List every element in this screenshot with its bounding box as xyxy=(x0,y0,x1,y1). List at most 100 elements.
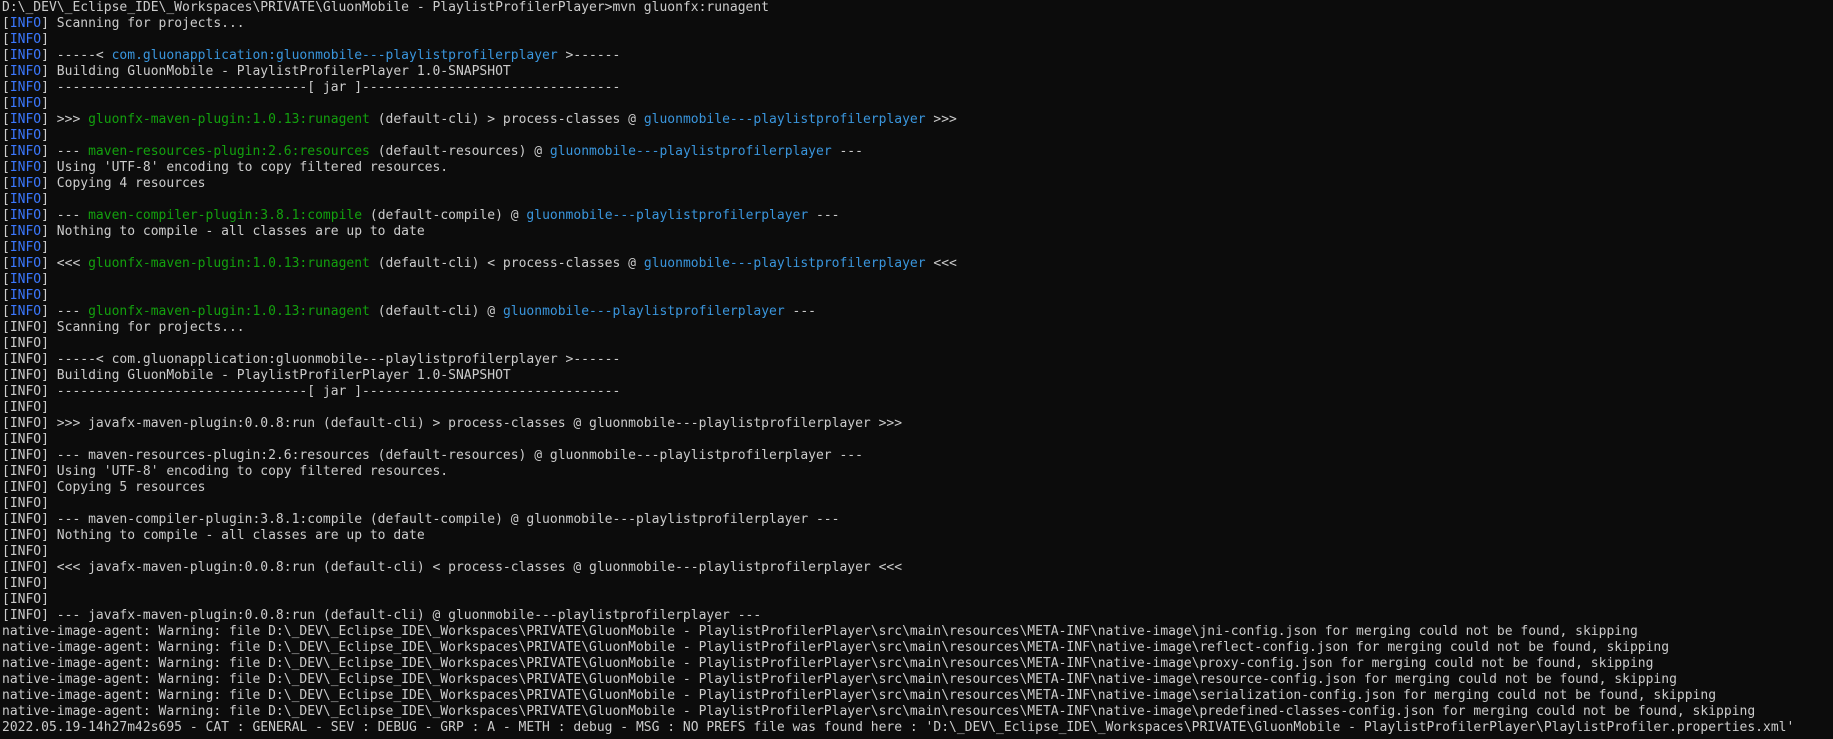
console-line: D:\_DEV\_Eclipse_IDE\_Workspaces\PRIVATE… xyxy=(2,0,1833,16)
console-line: native-image-agent: Warning: file D:\_DE… xyxy=(2,672,1833,688)
console-text: (default-cli) @ xyxy=(369,304,503,319)
console-line: [INFO] xyxy=(2,96,1833,112)
console-text: [ xyxy=(2,144,10,159)
console-line: [INFO] Copying 5 resources xyxy=(2,480,1833,496)
info-tag: INFO xyxy=(9,144,42,159)
info-tag: INFO xyxy=(9,80,42,95)
console-line: [INFO] xyxy=(2,400,1833,416)
console-line: [INFO] Building GluonMobile - PlaylistPr… xyxy=(2,64,1833,80)
console-text: [INFO] Nothing to compile - all classes … xyxy=(2,528,425,543)
console-text: ] Nothing to compile - all classes are u… xyxy=(41,224,425,239)
console-line: [INFO] xyxy=(2,272,1833,288)
console-line: [INFO] Scanning for projects... xyxy=(2,320,1833,336)
info-tag: INFO xyxy=(9,288,42,303)
console-text: [ xyxy=(2,96,10,111)
console-text: [ xyxy=(2,128,10,143)
console-text: --- xyxy=(831,144,863,159)
console-line: [INFO] xyxy=(2,576,1833,592)
console-text: ] xyxy=(41,240,49,255)
console-text: [INFO] -----< com.gluonapplication:gluon… xyxy=(2,352,621,367)
console-line: [INFO] --------------------------------[… xyxy=(2,80,1833,96)
project-id: gluonmobile---playlistprofilerplayer xyxy=(549,144,832,159)
console-text: ] >>> xyxy=(41,112,89,127)
console-text: ] --- xyxy=(41,144,89,159)
info-tag: INFO xyxy=(9,240,42,255)
info-tag: INFO xyxy=(9,16,42,31)
console-line: native-image-agent: Warning: file D:\_DE… xyxy=(2,704,1833,720)
console-text: [INFO] <<< javafx-maven-plugin:0.0.8:run… xyxy=(2,560,903,575)
info-tag: INFO xyxy=(9,304,42,319)
console-line: [INFO] xyxy=(2,336,1833,352)
console-text: (default-resources) @ xyxy=(369,144,550,159)
console-text: [INFO] Using 'UTF-8' encoding to copy fi… xyxy=(2,464,449,479)
console-text: [INFO] --------------------------------[… xyxy=(2,384,621,399)
info-tag: INFO xyxy=(9,48,42,63)
console-text: [ xyxy=(2,288,10,303)
console-text: [INFO] Scanning for projects... xyxy=(2,320,245,335)
console-text: (default-cli) > process-classes @ xyxy=(369,112,644,127)
console-text: [ xyxy=(2,256,10,271)
console-text: ] Using 'UTF-8' encoding to copy filtere… xyxy=(41,160,449,175)
console-line: [INFO] --- gluonfx-maven-plugin:1.0.13:r… xyxy=(2,304,1833,320)
console-line: 2022.05.19-14h27m42s695 - CAT : GENERAL … xyxy=(2,720,1833,736)
console-line: native-image-agent: Warning: file D:\_DE… xyxy=(2,656,1833,672)
console-text: --- xyxy=(784,304,817,319)
console-text: [ xyxy=(2,176,10,191)
project-id: gluonmobile---playlistprofilerplayer xyxy=(643,256,926,271)
info-tag: INFO xyxy=(9,176,42,191)
console-line: native-image-agent: Warning: file D:\_DE… xyxy=(2,640,1833,656)
project-id: gluonmobile---playlistprofilerplayer xyxy=(643,112,926,127)
info-tag: INFO xyxy=(9,96,42,111)
console-text: native-image-agent: Warning: file D:\_DE… xyxy=(2,624,1638,639)
console-text: [ xyxy=(2,48,10,63)
console-line: [INFO] --- javafx-maven-plugin:0.0.8:run… xyxy=(2,608,1833,624)
console-line: [INFO] >>> gluonfx-maven-plugin:1.0.13:r… xyxy=(2,112,1833,128)
console-text: [INFO] --- maven-compiler-plugin:3.8.1:c… xyxy=(2,512,840,527)
console-text: [INFO] xyxy=(2,592,49,607)
console-text: [ xyxy=(2,304,10,319)
console-text: native-image-agent: Warning: file D:\_DE… xyxy=(2,688,1717,703)
console-line: [INFO] --- maven-resources-plugin:2.6:re… xyxy=(2,144,1833,160)
console-text: [INFO] Copying 5 resources xyxy=(2,480,206,495)
console-text: [INFO] >>> javafx-maven-plugin:0.0.8:run… xyxy=(2,416,903,431)
info-tag: INFO xyxy=(9,32,42,47)
console-text: ] --- xyxy=(41,304,89,319)
console-text: [ xyxy=(2,272,10,287)
project-id: gluonmobile---playlistprofilerplayer xyxy=(502,304,785,319)
console-line: [INFO] --- maven-compiler-plugin:3.8.1:c… xyxy=(2,208,1833,224)
console-text: [INFO] Building GluonMobile - PlaylistPr… xyxy=(2,368,511,383)
console-text: ] xyxy=(41,288,49,303)
console-line: [INFO] Copying 4 resources xyxy=(2,176,1833,192)
console-text: ] xyxy=(41,32,49,47)
console-window[interactable]: D:\_DEV\_Eclipse_IDE\_Workspaces\PRIVATE… xyxy=(0,0,1833,739)
console-text: [INFO] xyxy=(2,432,49,447)
console-text: native-image-agent: Warning: file D:\_DE… xyxy=(2,640,1670,655)
console-text: [INFO] xyxy=(2,400,49,415)
console-text: [ xyxy=(2,208,10,223)
info-tag: INFO xyxy=(9,112,42,127)
plugin-name: gluonfx-maven-plugin:1.0.13:runagent xyxy=(88,112,370,127)
console-text: <<< xyxy=(925,256,957,271)
console-line: [INFO] Using 'UTF-8' encoding to copy fi… xyxy=(2,464,1833,480)
console-text: [ xyxy=(2,112,10,127)
console-text: [INFO] --- maven-resources-plugin:2.6:re… xyxy=(2,448,863,463)
console-text: ] --------------------------------[ jar … xyxy=(41,80,621,95)
console-text: >>> xyxy=(925,112,957,127)
console-line: [INFO] xyxy=(2,544,1833,560)
console-line: [INFO] -----< com.gluonapplication:gluon… xyxy=(2,352,1833,368)
console-line: [INFO] xyxy=(2,288,1833,304)
console-text: [INFO] xyxy=(2,336,49,351)
console-text: [ xyxy=(2,80,10,95)
console-line: [INFO] Scanning for projects... xyxy=(2,16,1833,32)
console-line: [INFO] Building GluonMobile - PlaylistPr… xyxy=(2,368,1833,384)
console-text: ] xyxy=(41,192,49,207)
console-text: ] xyxy=(41,272,49,287)
console-text: native-image-agent: Warning: file D:\_DE… xyxy=(2,704,1756,719)
console-text: [INFO] xyxy=(2,544,49,559)
plugin-name: maven-resources-plugin:2.6:resources xyxy=(88,144,370,159)
console-line: native-image-agent: Warning: file D:\_DE… xyxy=(2,688,1833,704)
console-text: [ xyxy=(2,16,10,31)
console-line: [INFO] xyxy=(2,592,1833,608)
console-text: [ xyxy=(2,192,10,207)
info-tag: INFO xyxy=(9,272,42,287)
